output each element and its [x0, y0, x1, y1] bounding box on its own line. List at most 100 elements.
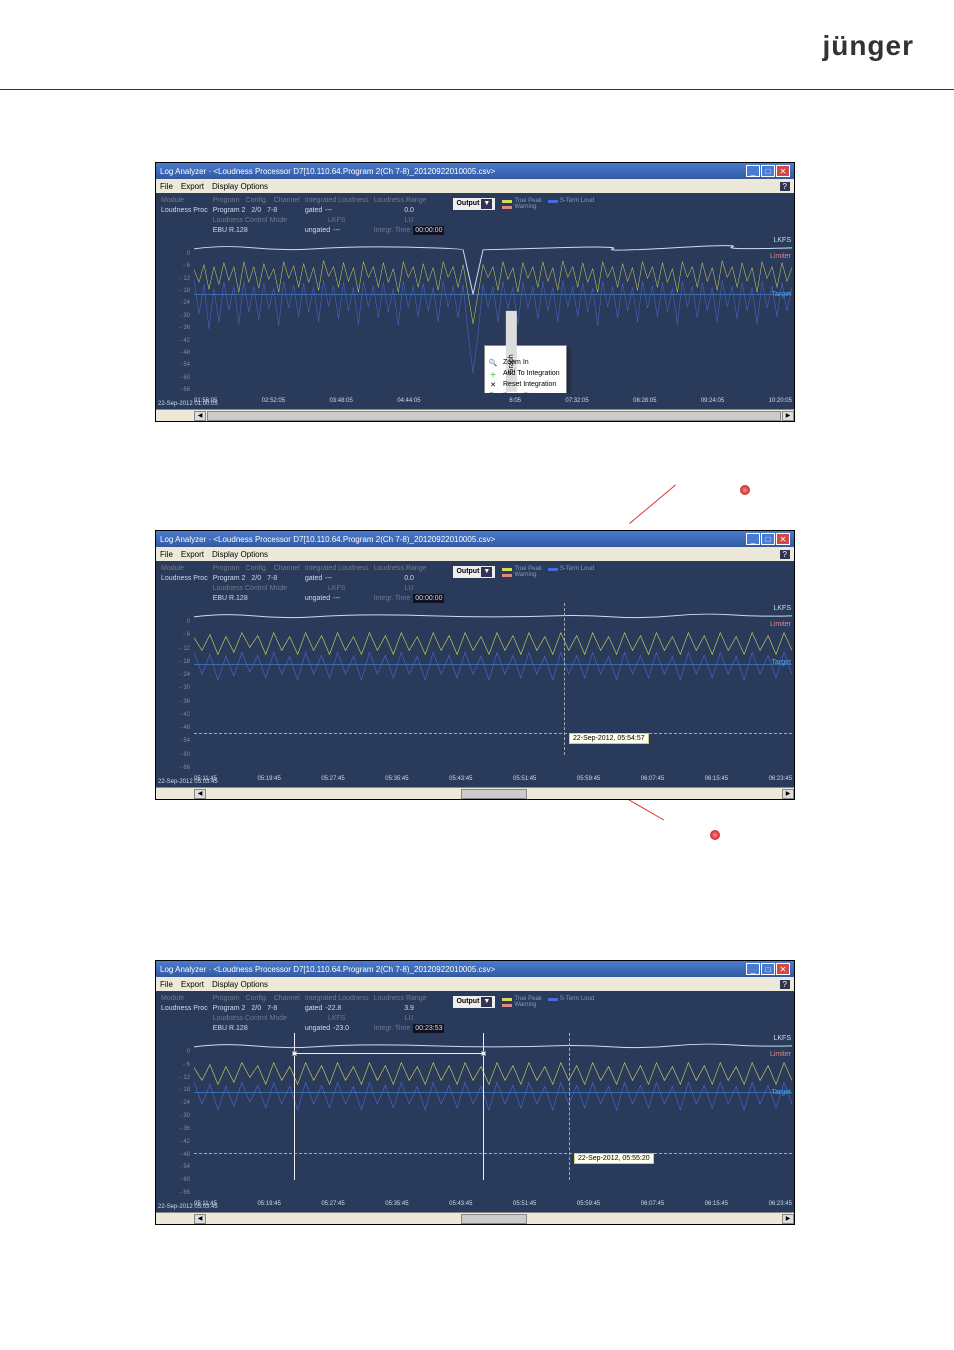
program-label: Program — [213, 994, 240, 1004]
config-value: 2/0 — [251, 206, 261, 216]
program-value: Program 2 — [213, 206, 246, 216]
reset-icon: ✕ — [487, 381, 499, 389]
module-value: Loudness Proc — [161, 206, 208, 216]
program-value: Program 2 — [213, 574, 246, 584]
scroll-thumb[interactable] — [461, 789, 527, 799]
channel-label: Channel — [274, 994, 300, 1004]
zoomin-icon: 🔍 — [487, 359, 499, 367]
cursor-h — [194, 733, 792, 734]
integration-selection[interactable] — [294, 1033, 484, 1180]
h-scrollbar[interactable]: ◀ ▶ — [156, 409, 794, 421]
info-panel: Module Loudness Proc Program Config. Cha… — [156, 561, 794, 603]
minimize-icon[interactable]: _ — [746, 533, 760, 545]
program-value: Program 2 — [213, 1004, 246, 1014]
window-title: Log Analyzer · <Loudness Processor D7[10… — [160, 965, 495, 974]
plot-area[interactable]: 22-Sep-2012, 05:54:57 — [194, 603, 792, 771]
lcm-label: Loudness Control Mode — [213, 216, 300, 226]
loudness-chart[interactable]: LKFS Limiter Target 0- 6- 12- 18- 24- 30… — [156, 603, 794, 787]
sterm-legend-icon — [548, 200, 558, 203]
cm-zoomout: 🔍Zoom Out — [485, 390, 566, 393]
module-label: Module — [161, 196, 208, 206]
scroll-left-icon[interactable]: ◀ — [194, 1214, 206, 1224]
scroll-thumb[interactable] — [207, 411, 781, 421]
h-scrollbar[interactable]: ◀ ▶ — [156, 787, 794, 799]
close-icon[interactable]: ✕ — [776, 165, 790, 177]
maximize-icon[interactable]: □ — [761, 165, 775, 177]
scroll-thumb[interactable] — [461, 1214, 527, 1224]
cursor-v — [569, 1033, 570, 1180]
cm-zoomin[interactable]: 🔍Zoom In — [485, 357, 566, 368]
minimize-icon[interactable]: _ — [746, 165, 760, 177]
output-button[interactable]: Output▼ — [453, 198, 495, 210]
close-icon[interactable]: ✕ — [776, 533, 790, 545]
cm-addint[interactable]: ＋Add To Integration — [485, 368, 566, 379]
output-button[interactable]: Output▼ — [453, 566, 495, 578]
config-value: 2/0 — [251, 1004, 261, 1014]
info-panel: Module Loudness Proc Program Config. Cha… — [156, 991, 794, 1033]
menu-export[interactable]: Export — [181, 182, 204, 191]
loudness-chart[interactable]: LKFS Limiter Target 0- 6- 12- 18- 24- 30… — [156, 235, 794, 409]
scroll-right-icon[interactable]: ▶ — [782, 411, 794, 421]
log-analyzer-window-3: Log Analyzer · <Loudness Processor D7[10… — [155, 960, 795, 1225]
titlebar[interactable]: Log Analyzer · <Loudness Processor D7[10… — [156, 961, 794, 977]
warning-legend-icon — [502, 574, 512, 577]
scroll-right-icon[interactable]: ▶ — [782, 789, 794, 799]
help-icon[interactable]: ? — [780, 182, 790, 191]
lr-label: Loudness Range — [374, 564, 445, 574]
menu-export[interactable]: Export — [181, 550, 204, 559]
il-label: Integrated Loudness — [305, 196, 369, 206]
y-axis-ticks: 0- 6- 12- 18- 24- 30- 36- 42- 48- 54- 60… — [156, 251, 192, 393]
x-axis-times: 01:56:0502:52:0503:48:0504:44:056:0507:3… — [194, 393, 792, 409]
legend-warning: Warning — [514, 572, 536, 578]
scroll-right-icon[interactable]: ▶ — [782, 1214, 794, 1224]
menu-export[interactable]: Export — [181, 980, 204, 989]
titlebar[interactable]: Log Analyzer · <Loudness Processor D7[10… — [156, 531, 794, 547]
cursor-tooltip: 22-Sep-2012, 05:55:20 — [574, 1153, 654, 1164]
menubar: File Export Display Options ? — [156, 547, 794, 561]
cursor-h — [194, 1153, 792, 1154]
menu-file[interactable]: File — [160, 980, 173, 989]
menu-file[interactable]: File — [160, 550, 173, 559]
maximize-icon[interactable]: □ — [761, 963, 775, 975]
warning-legend-icon — [502, 1004, 512, 1007]
module-value: Loudness Proc — [161, 1004, 208, 1014]
sterm-legend-icon — [548, 568, 558, 571]
loudness-chart[interactable]: LKFS Limiter Target 0- 6- 12- 18- 24- 30… — [156, 1033, 794, 1212]
scroll-left-icon[interactable]: ◀ — [194, 789, 206, 799]
menu-display-options[interactable]: Display Options — [212, 182, 268, 191]
channel-label: Channel — [274, 564, 300, 574]
plot-area[interactable]: 22-Sep-2012, 05:55:20 — [194, 1033, 792, 1196]
lcm-label: Loudness Control Mode — [213, 1014, 300, 1024]
menu-display-options[interactable]: Display Options — [212, 980, 268, 989]
lcm-label: Loudness Control Mode — [213, 584, 300, 594]
scroll-left-icon[interactable]: ◀ — [194, 411, 206, 421]
maximize-icon[interactable]: □ — [761, 533, 775, 545]
menubar: File Export Display Options ? — [156, 977, 794, 991]
output-button[interactable]: Output▼ — [453, 996, 495, 1008]
program-label: Program — [213, 196, 240, 206]
help-icon[interactable]: ? — [780, 550, 790, 559]
h-scrollbar[interactable]: ◀ ▶ — [156, 1212, 794, 1224]
lr-unit: LU — [374, 584, 445, 594]
il-gated-lbl: gated — [305, 574, 323, 584]
menu-file[interactable]: File — [160, 182, 173, 191]
cm-resetint[interactable]: ✕Reset Integration — [485, 379, 566, 390]
help-icon[interactable]: ? — [780, 980, 790, 989]
truepeak-legend-icon — [502, 200, 512, 203]
minimize-icon[interactable]: _ — [746, 963, 760, 975]
x-axis-times: 05:11:4505:19:4505:27:4505:35:4505:43:45… — [194, 1196, 792, 1212]
il-label: Integrated Loudness — [305, 994, 369, 1004]
il-unit: LKFS — [305, 216, 369, 226]
lr-value: 3.9 — [374, 1004, 445, 1014]
il-label: Integrated Loudness — [305, 564, 369, 574]
window-title: Log Analyzer · <Loudness Processor D7[10… — [160, 535, 495, 544]
channel-value: 7-8 — [267, 574, 277, 584]
channel-label: Channel — [274, 196, 300, 206]
graph-context-menu[interactable]: Graph 🔍Zoom In ＋Add To Integration ✕Rese… — [484, 345, 567, 393]
close-icon[interactable]: ✕ — [776, 963, 790, 975]
y-axis-ticks: 0- 6- 12- 18- 24- 30- 36- 42- 48- 54- 60… — [156, 619, 192, 771]
il-unit: LKFS — [305, 1014, 369, 1024]
menu-display-options[interactable]: Display Options — [212, 550, 268, 559]
titlebar[interactable]: Log Analyzer · <Loudness Processor D7[10… — [156, 163, 794, 179]
plot-area[interactable]: Graph 🔍Zoom In ＋Add To Integration ✕Rese… — [194, 235, 792, 393]
